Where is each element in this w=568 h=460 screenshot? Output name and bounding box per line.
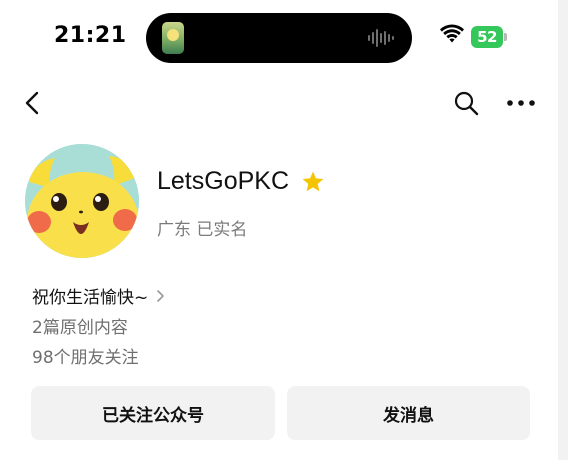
avatar[interactable] (25, 144, 139, 258)
battery-tip (504, 33, 507, 41)
pikachu-avatar-image (25, 144, 139, 258)
account-name: LetsGoPKC (157, 167, 290, 195)
original-content-count[interactable]: 2篇原创内容 (32, 313, 128, 338)
search-icon[interactable] (453, 90, 479, 116)
dynamic-island[interactable] (146, 13, 412, 63)
chevron-right-icon (157, 289, 165, 302)
profile-screen: 21:21 52 LetsGoPKC 广东 已实名 祝你生活愉快~ 2篇原创内容… (0, 0, 558, 460)
star-icon[interactable] (301, 170, 325, 194)
friends-following-count[interactable]: 98个朋友关注 (32, 343, 139, 368)
send-message-button[interactable]: 发消息 (287, 386, 530, 440)
battery-level: 52 (471, 26, 503, 48)
wifi-icon (440, 24, 464, 43)
signature-row[interactable]: 祝你生活愉快~ (32, 283, 165, 308)
now-playing-artwork (162, 22, 184, 54)
signature-text: 祝你生活愉快~ (32, 288, 149, 308)
chevron-left-icon[interactable] (22, 90, 44, 116)
follow-status-button[interactable]: 已关注公众号 (31, 386, 275, 440)
status-time: 21:21 (54, 23, 127, 48)
screen-edge (558, 0, 568, 460)
audio-waveform-icon (368, 29, 394, 47)
more-dots-icon[interactable] (506, 95, 536, 111)
location-verified: 广东 已实名 (157, 220, 248, 240)
